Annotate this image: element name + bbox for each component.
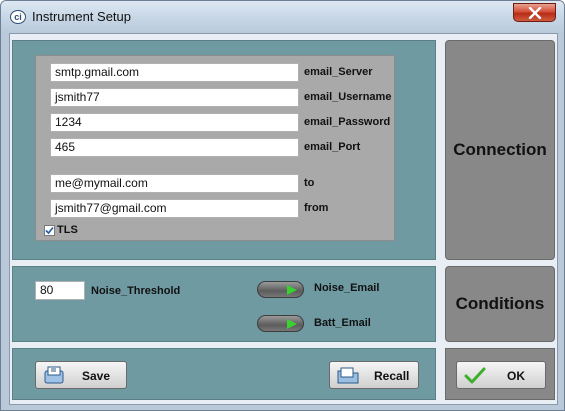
to-field[interactable]: me@mymail.com [50, 174, 299, 193]
ok-button-label: OK [507, 369, 525, 383]
close-button[interactable] [513, 3, 556, 22]
batt-email-toggle[interactable] [257, 315, 304, 332]
connection-panel: smtp.gmail.com email_Server jsmith77 ema… [12, 40, 436, 260]
checkbox-check-icon [45, 226, 54, 235]
noise-email-label: Noise_Email [314, 282, 380, 294]
window-title: Instrument Setup [32, 9, 131, 24]
app-icon: ci [10, 10, 26, 24]
save-icon [44, 366, 64, 384]
tls-checkbox[interactable] [44, 225, 55, 236]
to-label: to [304, 177, 315, 189]
instrument-setup-window: ci Instrument Setup smtp.gmail.com email… [0, 0, 565, 411]
noise-email-toggle[interactable] [257, 281, 304, 298]
email-password-label: email_Password [304, 116, 391, 128]
recall-folder-icon [337, 367, 359, 384]
email-port-label: email_Port [304, 141, 361, 153]
ok-button[interactable]: OK [456, 361, 546, 389]
email-server-field[interactable]: smtp.gmail.com [50, 63, 299, 82]
email-username-field[interactable]: jsmith77 [50, 88, 299, 107]
recall-button[interactable]: Recall [329, 361, 419, 389]
email-port-field[interactable]: 465 [50, 138, 299, 157]
noise-threshold-field[interactable]: 80 [35, 281, 85, 300]
batt-email-label: Batt_Email [314, 317, 371, 329]
green-arrow-icon [287, 285, 297, 295]
green-arrow-icon [287, 319, 297, 329]
save-button-label: Save [82, 369, 111, 383]
email-password-field[interactable]: 1234 [50, 113, 299, 132]
recall-button-label: Recall [374, 369, 410, 383]
actions-panel: Save Recall [12, 348, 436, 400]
close-icon [528, 7, 542, 19]
noise-threshold-label: Noise_Threshold [91, 285, 181, 297]
tls-label: TLS [57, 224, 78, 236]
from-field[interactable]: jsmith77@gmail.com [50, 199, 299, 218]
email-username-label: email_Username [304, 91, 392, 103]
save-button[interactable]: Save [35, 361, 127, 389]
from-label: from [304, 202, 329, 214]
window-client-area: smtp.gmail.com email_Server jsmith77 ema… [9, 33, 558, 405]
email-server-label: email_Server [304, 66, 373, 78]
checkmark-icon [464, 367, 486, 384]
ok-panel: OK [445, 348, 555, 400]
title-bar[interactable]: ci Instrument Setup [1, 1, 564, 33]
connection-button[interactable]: Connection [445, 40, 555, 260]
conditions-button[interactable]: Conditions [445, 266, 555, 342]
conditions-panel: 80 Noise_Threshold Noise_Email Batt_Emai… [12, 266, 436, 342]
